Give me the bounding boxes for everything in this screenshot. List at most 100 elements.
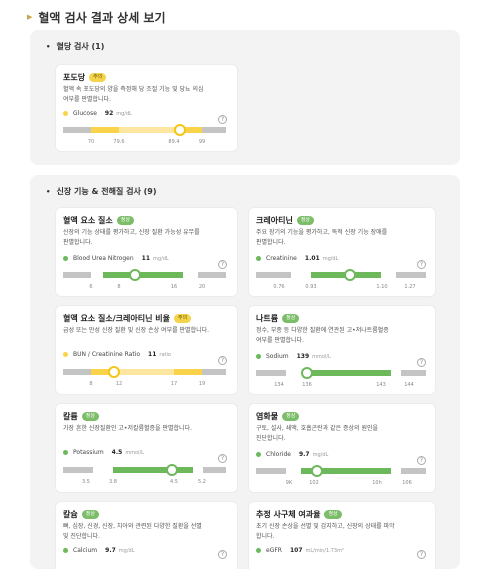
card-name: 크레아티닌: [256, 216, 293, 225]
tick-label: 8: [89, 381, 93, 387]
description-line: 혈액 속 포도당의 양을 측정해 당 조절 기능 및 당뇨 의심: [63, 86, 204, 93]
card-description: 신장의 기능 상태를 평가하고, 신장 질환 가능성 유무를 판별합니다.: [63, 228, 200, 248]
help-icon[interactable]: ?: [417, 260, 426, 269]
range-caution-high: [174, 369, 202, 375]
value-row: Chloride 9.7 mg/dL: [256, 451, 328, 458]
card-name: 혈액 요소 질소: [63, 216, 113, 225]
tick-label: 70: [87, 139, 95, 145]
tick-label: 9K: [285, 480, 293, 486]
param-value: 9.7: [298, 451, 310, 458]
help-icon[interactable]: ?: [218, 356, 227, 365]
description-line: 급성 또는 만성 신장 질환 및 신장 손상 여부를 판별합니다.: [63, 327, 210, 334]
status-badge: 정상: [282, 412, 300, 421]
param-unit: mg/dL: [312, 451, 329, 458]
status-dot-icon: [256, 452, 261, 457]
range-caution-low: [91, 127, 119, 133]
card-bun-creatinine-ratio[interactable]: 혈액 요소 질소/크레아티닌 비율 주의 급성 또는 만성 신장 질환 및 신장…: [55, 305, 238, 395]
tick-label: 17: [170, 381, 178, 387]
tick-label: 134: [274, 382, 284, 388]
description-line: 초기 신장 손상을 선별 및 감지하고, 신장의 상태를 파악: [256, 523, 395, 530]
help-icon[interactable]: ?: [218, 550, 227, 559]
param-value: 9.7: [105, 547, 116, 554]
value-marker: [174, 124, 186, 136]
tick-label: 89.4: [168, 139, 180, 145]
help-icon[interactable]: ?: [218, 260, 227, 269]
param-name: Potassium: [73, 449, 104, 456]
value-marker: [166, 464, 178, 476]
value-row: Blood Urea Nitrogen 11 mg/dL: [63, 255, 169, 262]
param-value: 139: [296, 353, 310, 360]
tick-label: 102: [309, 480, 319, 486]
card-potassium[interactable]: 칼륨 정상 가장 흔한 신장질환인 고•저칼륨혈증을 판별합니다. Potass…: [55, 403, 238, 493]
help-icon[interactable]: ?: [417, 550, 426, 559]
card-name: 염화물: [256, 412, 279, 421]
card-head: 혈액 요소 질소 정상: [63, 215, 134, 226]
card-bun[interactable]: 혈액 요소 질소 정상 신장의 기능 상태를 평가하고, 신장 질환 가능성 유…: [55, 207, 238, 297]
card-head: 추정 사구체 여과율 정상: [256, 509, 342, 520]
range-bar: [256, 269, 426, 281]
card-head: 염화물 정상: [256, 411, 300, 422]
param-value: 11: [148, 351, 157, 358]
card-name: 칼슘: [63, 510, 78, 519]
value-marker: [129, 269, 141, 281]
tick-label: 6: [89, 284, 93, 290]
range-normal: [119, 127, 174, 133]
param-value: 11: [141, 255, 151, 262]
page-title: ▶ 혈액 검사 결과 상세 보기: [27, 8, 166, 26]
description-line: 판별합니다.: [63, 239, 93, 246]
value-marker: [344, 269, 356, 281]
help-icon[interactable]: ?: [417, 358, 426, 367]
help-icon[interactable]: ?: [218, 115, 227, 124]
tick-label: 20: [198, 284, 206, 290]
bullet-icon: •: [46, 42, 51, 51]
card-name: 칼륨: [63, 412, 78, 421]
range-high: [198, 272, 226, 278]
status-badge: 정상: [324, 510, 342, 519]
tick-label: 79.6: [113, 139, 125, 145]
tick-label: 143: [376, 382, 386, 388]
description-line: 합니다.: [256, 533, 275, 540]
param-unit: mg/dL: [118, 547, 135, 554]
card-calcium[interactable]: 칼슘 정상 뼈, 심장, 신경, 신장, 치아와 관련된 다양한 질환을 선별 …: [55, 501, 238, 569]
status-dot-icon: [63, 256, 68, 261]
param-name: Chloride: [266, 451, 291, 458]
range-bar: [256, 367, 426, 379]
tick-label: 4.5: [170, 479, 178, 485]
tick-label: 16: [170, 284, 178, 290]
value-row: Calcium 9.7 mg/dL: [63, 547, 135, 554]
range-normal: [119, 369, 174, 375]
status-badge: 정상: [116, 216, 134, 225]
param-name: Blood Urea Nitrogen: [73, 255, 134, 262]
card-sodium[interactable]: 나트륨 정상 정수, 부종 등 다양한 질환에 연관된 고•저나트륨혈증 여부를…: [248, 305, 436, 395]
range-bar: [256, 465, 426, 477]
value-row: Sodium 139 mmol/L: [256, 353, 331, 360]
description-line: 주요 장기의 기능을 평가하고, 독적 신장 기능 장애를: [256, 229, 388, 236]
card-egfr[interactable]: 추정 사구체 여과율 정상 초기 신장 손상을 선별 및 감지하고, 신장의 상…: [248, 501, 436, 569]
help-icon[interactable]: ?: [417, 456, 426, 465]
card-name: 나트륨: [256, 314, 279, 323]
section-title: • 신장 기능 & 전해질 검사 (9): [46, 186, 157, 197]
card-description: 구토, 설사, 쇄액, 호흡곤란과 같은 증상의 원인을 진단합니다.: [256, 424, 378, 444]
status-badge: 정상: [282, 314, 300, 323]
range-low: [63, 127, 91, 133]
value-row: eGFR 107 mL/min/1.73m²: [256, 547, 344, 554]
help-icon[interactable]: ?: [218, 454, 227, 463]
range-high: [396, 272, 426, 278]
card-creatinine[interactable]: 크레아티닌 정상 주요 장기의 기능을 평가하고, 독적 신장 기능 장애를 판…: [248, 207, 436, 297]
card-description: 주요 장기의 기능을 평가하고, 독적 신장 기능 장애를 판별합니다.: [256, 228, 387, 248]
card-glucose[interactable]: 포도당 주의 혈액 속 포도당의 양을 측정해 당 조절 기능 및 당뇨 의심 …: [55, 64, 238, 152]
card-head: 칼슘 정상: [63, 509, 99, 520]
tick-label: 0.93: [305, 284, 317, 290]
section-title-text: 혈당 검사 (1): [56, 42, 105, 51]
value-marker: [108, 366, 120, 378]
status-badge: 정상: [81, 412, 99, 421]
card-head: 나트륨 정상: [256, 313, 300, 324]
section-glucose: • 혈당 검사 (1) 포도당 주의 혈액 속 포도당의 양을 측정해 당 조절…: [30, 30, 460, 165]
status-badge: 정상: [296, 216, 315, 225]
param-name: eGFR: [266, 547, 282, 554]
card-chloride[interactable]: 염화물 정상 구토, 설사, 쇄액, 호흡곤란과 같은 증상의 원인을 진단합니…: [248, 403, 436, 493]
range-high: [401, 370, 426, 376]
range-low: [63, 467, 93, 473]
range-bar: [63, 366, 226, 378]
range-high: [202, 369, 226, 375]
